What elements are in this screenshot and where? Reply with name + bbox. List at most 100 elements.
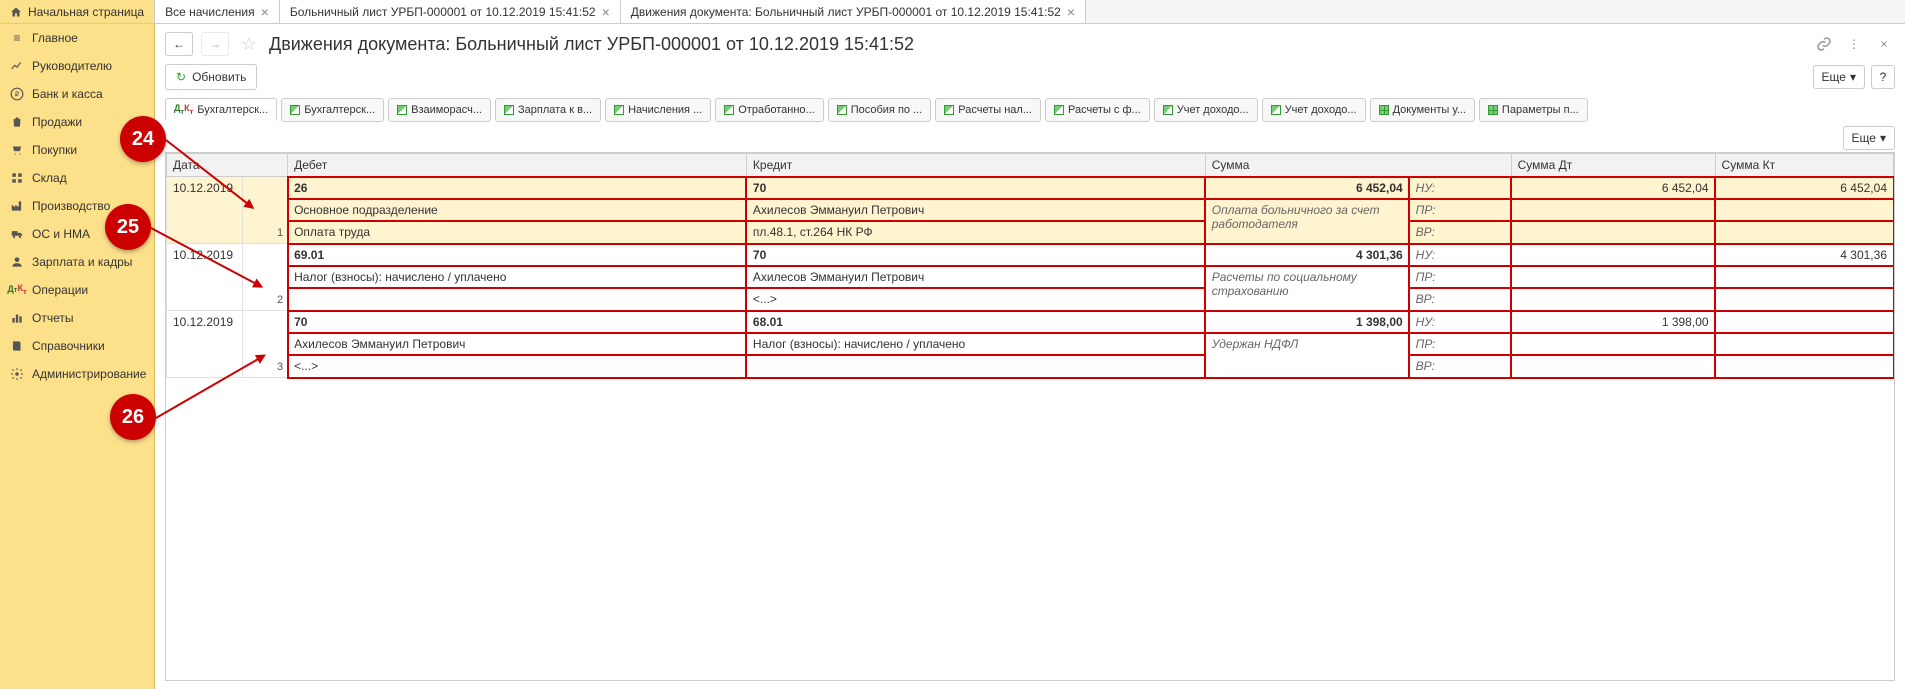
chevron-down-icon: ▾ (1850, 70, 1856, 84)
subtab-income2[interactable]: Учет доходо... (1262, 98, 1366, 122)
th-sumdt[interactable]: Сумма Дт (1511, 154, 1715, 177)
table-row[interactable]: <...> ВР: (167, 288, 1894, 311)
more-button[interactable]: Еще ▾ (1813, 65, 1865, 89)
cell-sumkt (1715, 311, 1893, 334)
bag-icon (10, 115, 24, 129)
cell-sumdt (1511, 244, 1715, 267)
cell-credit-sub1: Ахилесов Эммануил Петрович (746, 266, 1205, 288)
cell-sum: 4 301,36 (1205, 244, 1409, 267)
table-row[interactable]: Налог (взносы): начислено / уплачено Ахи… (167, 266, 1894, 288)
subtab-income1[interactable]: Учет доходо... (1154, 98, 1258, 122)
favorite-button[interactable]: ☆ (237, 32, 261, 56)
tab-movements[interactable]: Движения документа: Больничный лист УРБП… (621, 0, 1086, 23)
home-tab[interactable]: Начальная страница (0, 0, 155, 23)
subtab-worked[interactable]: Отработанно... (715, 98, 823, 122)
cell-sumkt2 (1715, 333, 1893, 355)
forward-button[interactable]: → (201, 32, 229, 56)
subtab-fund-calc[interactable]: Расчеты с ф... (1045, 98, 1150, 122)
sidebar-item-warehouse[interactable]: Склад (0, 164, 154, 192)
more-label: Еще (1822, 70, 1846, 84)
cell-credit-sub1: Ахилесов Эммануил Петрович (746, 199, 1205, 221)
more-button-2[interactable]: Еще ▾ (1843, 126, 1895, 150)
tab-all[interactable]: Все начисления × (155, 0, 280, 23)
cell-sumkt: 4 301,36 (1715, 244, 1893, 267)
sidebar-item-main[interactable]: ≡ Главное (0, 24, 154, 52)
subtab-accruals[interactable]: Начисления ... (605, 98, 711, 122)
cell-sum-desc: Удержан НДФЛ (1205, 333, 1409, 378)
cell-sum: 6 452,04 (1205, 177, 1409, 200)
table-row[interactable]: Ахилесов Эммануил Петрович Налог (взносы… (167, 333, 1894, 355)
cell-sumdt: 1 398,00 (1511, 311, 1715, 334)
subtab-benefits[interactable]: Пособия по ... (828, 98, 932, 122)
cell-pr-label: ПР: (1409, 266, 1511, 288)
cell-debit-acc: 70 (288, 311, 747, 334)
th-credit[interactable]: Кредит (746, 154, 1205, 177)
back-button[interactable]: ← (165, 32, 193, 56)
grid-icon (1379, 105, 1389, 115)
cell-sumdt2 (1511, 199, 1715, 221)
close-icon[interactable]: × (602, 5, 610, 19)
sidebar-item-bank[interactable]: ₽ Банк и касса (0, 80, 154, 108)
table-body: 10.12.2019 1 26 70 6 452,04 НУ: 6 452,04… (167, 177, 1894, 378)
close-icon[interactable]: × (1067, 5, 1075, 19)
refresh-button[interactable]: ↻ Обновить (165, 64, 257, 90)
cell-sum: 1 398,00 (1205, 311, 1409, 334)
sidebar-item-salary[interactable]: Зарплата и кадры (0, 248, 154, 276)
sidebar-item-admin[interactable]: Администрирование (0, 360, 154, 388)
cell-credit-acc: 68.01 (746, 311, 1205, 334)
cell-sumdt3 (1511, 221, 1715, 244)
sidebar-item-label: Производство (32, 199, 110, 213)
subtab-accounting[interactable]: ДтКт Бухгалтерск... (165, 98, 277, 122)
subtab-label: Пособия по ... (851, 104, 923, 116)
tab-sicklist[interactable]: Больничный лист УРБП-000001 от 10.12.201… (280, 0, 621, 23)
toolbar: ↻ Обновить Еще ▾ ? (165, 64, 1895, 90)
page-title: Движения документа: Больничный лист УРБП… (269, 34, 914, 55)
sidebar-item-manager[interactable]: Руководителю (0, 52, 154, 80)
subtab-docs[interactable]: Документы у... (1370, 98, 1475, 122)
th-sumkt[interactable]: Сумма Кт (1715, 154, 1893, 177)
more-vertical-icon[interactable]: ⋮ (1843, 33, 1865, 55)
close-icon[interactable]: × (1873, 33, 1895, 55)
cell-sum-desc: Расчеты по социальному страхованию (1205, 266, 1409, 311)
subtab-accounting2[interactable]: Бухгалтерск... (281, 98, 384, 122)
cell-credit-sub2 (746, 355, 1205, 378)
table-row[interactable]: 10.12.2019 3 70 68.01 1 398,00 НУ: 1 398… (167, 311, 1894, 334)
refresh-icon: ↻ (176, 70, 186, 84)
cell-date: 10.12.2019 (167, 177, 243, 244)
link-icon[interactable] (1813, 33, 1835, 55)
cart-icon (10, 143, 24, 157)
table-row[interactable]: Оплата труда пл.48.1, ст.264 НК РФ ВР: (167, 221, 1894, 244)
person-icon (10, 255, 24, 269)
cell-credit-acc: 70 (746, 244, 1205, 267)
subtab-label: Зарплата к в... (518, 104, 592, 116)
help-button[interactable]: ? (1871, 65, 1895, 89)
menu-icon: ≡ (10, 31, 24, 45)
table-row[interactable]: 10.12.2019 1 26 70 6 452,04 НУ: 6 452,04… (167, 177, 1894, 200)
close-icon[interactable]: × (261, 5, 269, 19)
th-debit[interactable]: Дебет (288, 154, 747, 177)
th-date[interactable]: Дата (167, 154, 288, 177)
cell-debit-sub2: <...> (288, 355, 747, 378)
truck-icon (10, 227, 24, 241)
cell-sumdt2 (1511, 266, 1715, 288)
subtab-salary-pay[interactable]: Зарплата к в... (495, 98, 601, 122)
sidebar-item-operations[interactable]: ДтКт Операции (0, 276, 154, 304)
refresh-label: Обновить (192, 70, 246, 84)
subtab-settlements[interactable]: Взаиморасч... (388, 98, 491, 122)
top-tabs: Начальная страница Все начисления × Боль… (0, 0, 1905, 24)
sidebar-item-label: Банк и касса (32, 87, 103, 101)
subtab-label: Расчеты нал... (958, 104, 1032, 116)
sidebar-item-reports[interactable]: Отчеты (0, 304, 154, 332)
cell-credit-acc: 70 (746, 177, 1205, 200)
ruble-icon: ₽ (10, 87, 24, 101)
table-row[interactable]: <...> ВР: (167, 355, 1894, 378)
gear-icon (10, 367, 24, 381)
subtab-label: Бухгалтерск... (197, 104, 268, 116)
table-row[interactable]: Основное подразделение Ахилесов Эммануил… (167, 199, 1894, 221)
subtab-tax-calc[interactable]: Расчеты нал... (935, 98, 1041, 122)
cell-credit-sub2: пл.48.1, ст.264 НК РФ (746, 221, 1205, 244)
sidebar-item-references[interactable]: Справочники (0, 332, 154, 360)
subtab-params[interactable]: Параметры п... (1479, 98, 1588, 122)
th-sum[interactable]: Сумма (1205, 154, 1511, 177)
table-row[interactable]: 10.12.2019 2 69.01 70 4 301,36 НУ: 4 301… (167, 244, 1894, 267)
